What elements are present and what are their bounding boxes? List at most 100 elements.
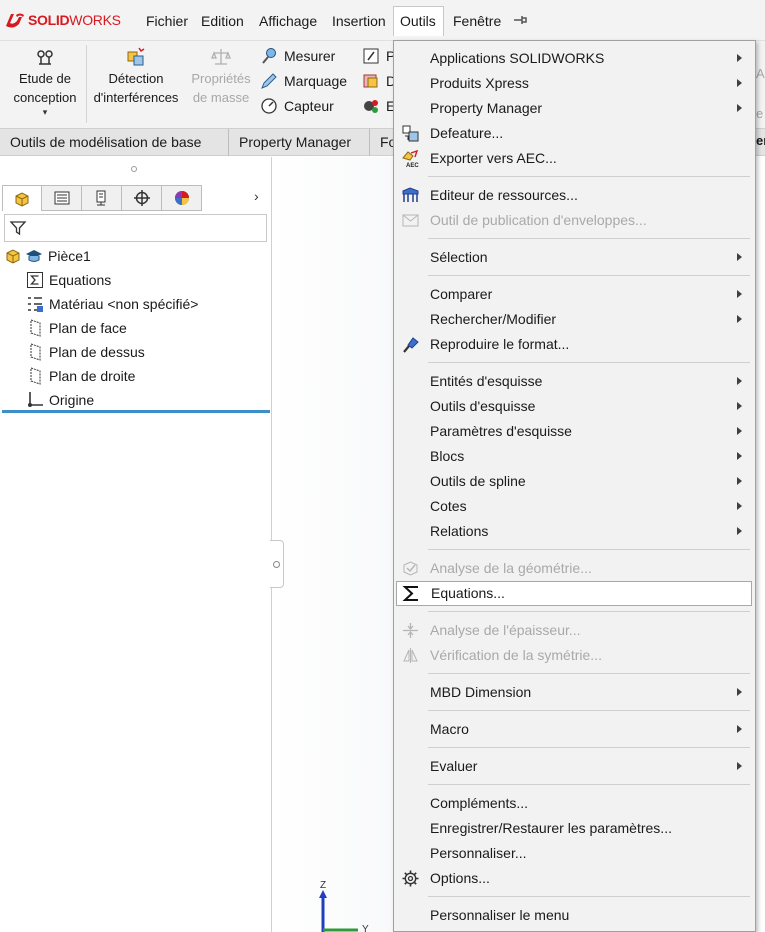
menu-item-enregistrer-restaurer[interactable]: Enregistrer/Restaurer les paramètres... [395, 816, 754, 841]
menu-item-produits-xpress[interactable]: Produits Xpress [395, 71, 754, 96]
etude-dropdown-arrow[interactable]: ▾ [8, 107, 82, 117]
command-p-button[interactable]: P [362, 45, 395, 67]
menu-item-defeature[interactable]: Defeature... [395, 121, 754, 146]
tree-item-equations[interactable]: Equations [26, 269, 111, 291]
tree-item-origine[interactable]: Origine [26, 389, 94, 411]
mesurer-button[interactable]: Mesurer [260, 45, 335, 67]
tab-property-manager-panel[interactable] [42, 185, 82, 211]
menu-item-applications-solidworks[interactable]: Applications SOLIDWORKS [395, 46, 754, 71]
tree-item-plan-dessus[interactable]: Plan de dessus [26, 341, 145, 363]
menu-item-label: Paramètres d'esquisse [430, 423, 572, 439]
menu-item-label: Applications SOLIDWORKS [430, 50, 605, 66]
tree-item-plan-droite[interactable]: Plan de droite [26, 365, 135, 387]
marquage-button[interactable]: Marquage [260, 70, 347, 92]
menu-affichage[interactable]: Affichage [253, 6, 323, 36]
tab-property-manager[interactable]: Property Manager [229, 129, 370, 156]
menu-item-macro[interactable]: Macro [395, 717, 754, 742]
tab-dimxpert-manager[interactable] [122, 185, 162, 211]
menu-item-entites-esquisse[interactable]: Entités d'esquisse [395, 369, 754, 394]
tab-outils-modelisation[interactable]: Outils de modélisation de base [0, 129, 229, 156]
menu-separator [428, 549, 750, 550]
menu-item-options[interactable]: Options... [395, 866, 754, 891]
menu-item-exporter-aec[interactable]: AEC Exporter vers AEC... [395, 146, 754, 171]
axis-y-label: Y [362, 924, 369, 932]
menu-item-evaluer[interactable]: Evaluer [395, 754, 754, 779]
pin-icon[interactable] [512, 12, 528, 28]
more-tabs-chevron-icon[interactable]: › [254, 188, 259, 204]
tree-item-label: Plan de droite [49, 368, 136, 384]
menu-separator [428, 710, 750, 711]
menu-item-verification-symetrie[interactable]: Vérification de la symétrie... [395, 643, 754, 668]
tab-feature-tree[interactable] [2, 185, 42, 211]
etude-line1: Etude de [18, 71, 72, 86]
menu-item-personnaliser[interactable]: Personnaliser... [395, 841, 754, 866]
rollback-bar[interactable] [2, 410, 270, 413]
mass-properties-icon [211, 49, 231, 65]
menu-separator [428, 747, 750, 748]
tab-configuration-manager[interactable] [82, 185, 122, 211]
menu-item-rechercher-modifier[interactable]: Rechercher/Modifier [395, 307, 754, 332]
tab-display-manager[interactable] [162, 185, 202, 211]
menu-item-cotes[interactable]: Cotes [395, 494, 754, 519]
menu-item-comparer[interactable]: Comparer [395, 282, 754, 307]
clipped-tab-fragment: er [756, 133, 765, 148]
feature-manager-tabs [2, 185, 202, 211]
menu-item-label: Analyse de la géométrie... [430, 560, 592, 576]
tree-item-plan-face[interactable]: Plan de face [26, 317, 127, 339]
menu-item-blocs[interactable]: Blocs [395, 444, 754, 469]
material-icon [28, 297, 43, 312]
graduation-cap-icon [26, 250, 42, 262]
menu-separator [428, 275, 750, 276]
clipped-command-fragment: A [756, 66, 765, 81]
tree-filter[interactable] [4, 214, 267, 242]
menu-item-parametres-esquisse[interactable]: Paramètres d'esquisse [395, 419, 754, 444]
menu-item-mbd-dimension[interactable]: MBD Dimension [395, 680, 754, 705]
tree-item-materiau[interactable]: Matériau <non spécifié> [26, 293, 198, 315]
menu-item-analyse-epaisseur[interactable]: Analyse de l'épaisseur... [395, 618, 754, 643]
axis-triad-icon: Z Y [319, 880, 369, 932]
proprietes-masse-button[interactable]: Propriétés de masse [186, 47, 256, 107]
geometry-analysis-icon [403, 561, 418, 576]
menu-item-personnaliser-menu[interactable]: Personnaliser le menu [395, 903, 754, 928]
menu-item-outils-esquisse[interactable]: Outils d'esquisse [395, 394, 754, 419]
submenu-arrow-icon [737, 253, 742, 261]
etude-conception-button[interactable]: Etude de conception ▾ [8, 47, 82, 117]
detection-interferences-button[interactable]: Détection d'interférences [88, 47, 184, 107]
menu-item-equations[interactable]: Equations... [396, 581, 752, 606]
menu-outils[interactable]: Outils [393, 6, 444, 36]
panel-splitter-handle[interactable] [270, 540, 284, 588]
menu-item-property-manager[interactable]: Property Manager [395, 96, 754, 121]
tree-item-piece[interactable]: Pièce1 [4, 245, 91, 267]
solidworks-logo[interactable]: SOLIDWORKS [4, 10, 121, 30]
submenu-arrow-icon [737, 54, 742, 62]
clipped-command-fragment: e [756, 106, 764, 121]
menu-edition[interactable]: Edition [195, 6, 250, 36]
menu-item-reproduire-format[interactable]: Reproduire le format... [395, 332, 754, 357]
menu-fichier[interactable]: Fichier [140, 6, 194, 36]
command-d-button[interactable]: D [362, 70, 396, 92]
detection-line1: Détection [108, 71, 164, 86]
submenu-arrow-icon [737, 290, 742, 298]
design-study-icon [37, 50, 53, 65]
axis-z-label: Z [320, 880, 326, 891]
capteur-button[interactable]: Capteur [260, 95, 334, 117]
menu-item-complements[interactable]: Compléments... [395, 791, 754, 816]
menu-item-selection[interactable]: Sélection [395, 245, 754, 270]
feature-manager-panel: › Pièce1 Equations Matériau <non spécifi… [0, 157, 272, 932]
submenu-arrow-icon [737, 762, 742, 770]
menu-item-label: Personnaliser le menu [430, 907, 570, 923]
command-e-button[interactable]: E [362, 95, 395, 117]
menu-item-editeur-ressources[interactable]: Editeur de ressources... [395, 183, 754, 208]
menu-insertion[interactable]: Insertion [326, 6, 392, 36]
menu-item-relations[interactable]: Relations [395, 519, 754, 544]
menu-item-publication-enveloppes[interactable]: Outil de publication d'enveloppes... [395, 208, 754, 233]
menu-item-analyse-geometrie[interactable]: Analyse de la géométrie... [395, 556, 754, 581]
menu-item-label: Sélection [430, 249, 488, 265]
submenu-arrow-icon [737, 104, 742, 112]
origin-icon [28, 392, 43, 407]
panel-grip[interactable] [131, 166, 137, 172]
menu-item-outils-spline[interactable]: Outils de spline [395, 469, 754, 494]
menu-fenetre[interactable]: Fenêtre [447, 6, 507, 36]
mesurer-label: Mesurer [284, 48, 336, 64]
menu-item-label: Relations [430, 523, 489, 539]
